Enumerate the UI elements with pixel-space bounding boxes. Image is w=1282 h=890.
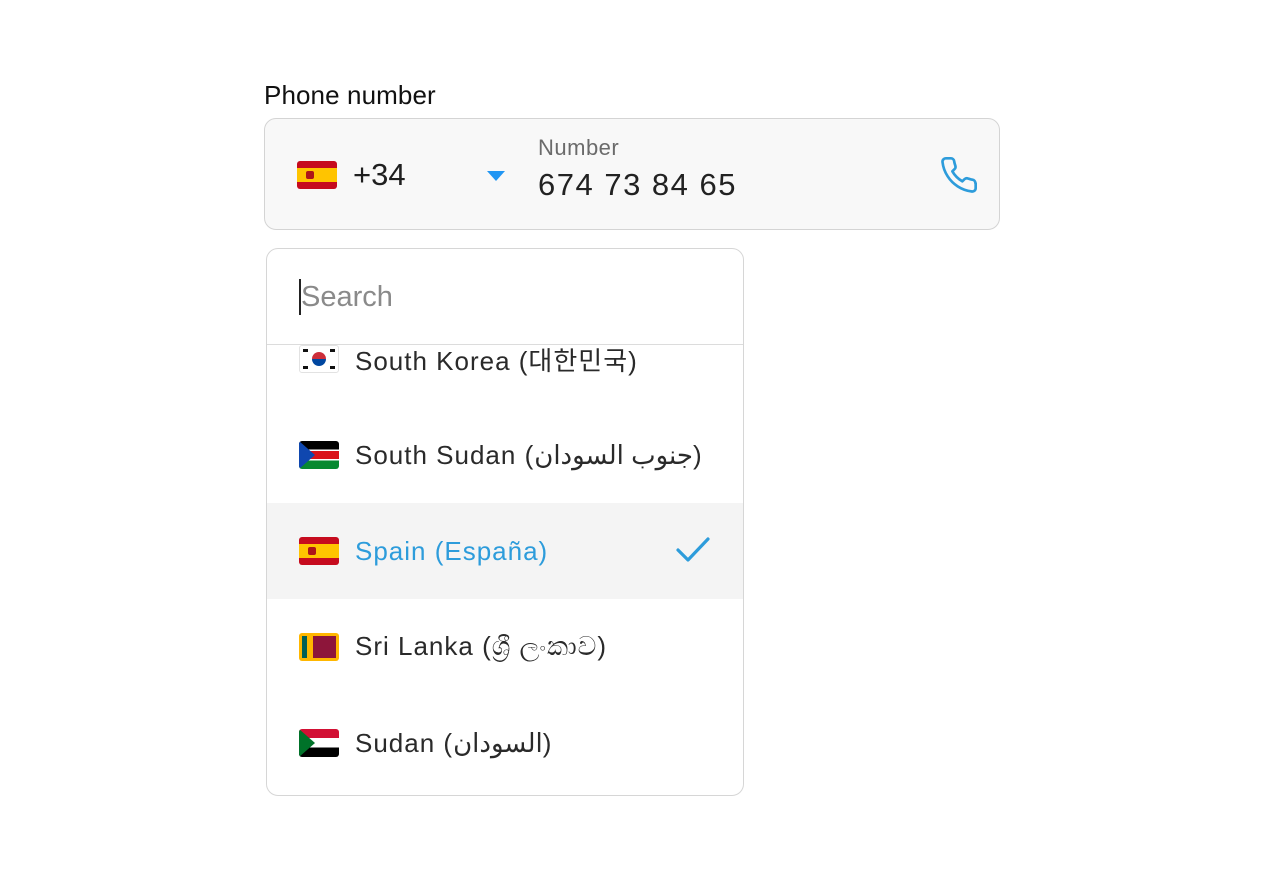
number-label: Number bbox=[538, 135, 620, 160]
spain-flag-icon bbox=[297, 161, 337, 189]
list-item-sudan[interactable]: Sudan (السودان) bbox=[267, 695, 743, 791]
check-icon bbox=[676, 537, 710, 562]
list-item-south-sudan[interactable]: South Sudan (جنوب السودان) bbox=[267, 407, 743, 503]
sri-lanka-flag-icon bbox=[299, 633, 339, 661]
south-korea-flag-icon bbox=[299, 345, 339, 373]
list-item-spain[interactable]: Spain (España) bbox=[267, 503, 743, 599]
spain-flag-icon bbox=[299, 537, 339, 565]
phone-number-label: Phone number bbox=[264, 80, 436, 110]
list-item-sri-lanka[interactable]: Sri Lanka (ශ්‍රී ලංකාව) bbox=[267, 599, 743, 695]
country-dropdown: South Korea (대한민국) South Sudan (جنوب الس… bbox=[266, 248, 744, 796]
number-input-wrap: Number bbox=[538, 135, 898, 203]
sudan-flag-icon bbox=[299, 729, 339, 757]
phone-icon[interactable] bbox=[939, 155, 979, 195]
list-item-label: Sri Lanka (ශ්‍රී ලංකාව) bbox=[355, 631, 607, 661]
number-input[interactable] bbox=[538, 167, 898, 203]
list-item-label: Sudan (السودان) bbox=[355, 727, 553, 758]
country-list[interactable]: South Korea (대한민국) South Sudan (جنوب الس… bbox=[267, 345, 743, 795]
country-code-select[interactable]: +34 bbox=[297, 149, 505, 201]
list-item-label: Spain (España) bbox=[355, 535, 549, 566]
list-item-label: South Korea (대한민국) bbox=[355, 345, 638, 376]
triangle-down-icon[interactable] bbox=[487, 171, 505, 181]
phone-number-form: Phone number +34 Number South Korea (대한민… bbox=[0, 0, 1282, 890]
south-sudan-flag-icon bbox=[299, 441, 339, 469]
list-item-south-korea[interactable]: South Korea (대한민국) bbox=[267, 345, 743, 407]
dial-code: +34 bbox=[353, 157, 406, 192]
phone-number-field: +34 Number bbox=[264, 118, 1000, 230]
list-item-label: South Sudan (جنوب السودان) bbox=[355, 439, 703, 470]
search-row bbox=[267, 249, 743, 345]
search-input[interactable] bbox=[301, 277, 701, 317]
